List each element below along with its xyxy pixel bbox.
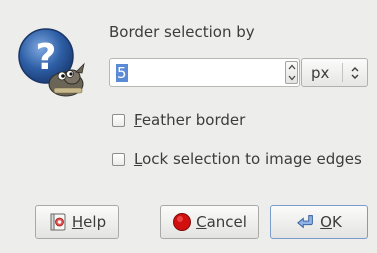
question-wilber-icon: ? (18, 28, 85, 97)
border-size-spinbutton[interactable]: 5 (109, 58, 300, 87)
stop-icon (173, 213, 192, 231)
lock-edges-label[interactable]: Lock selection to image edges (134, 150, 362, 168)
ok-arrow-icon (297, 215, 313, 229)
lock-edges-option[interactable]: Lock selection to image edges (112, 149, 362, 169)
border-selection-dialog: ? Border selection by 5 px Feather borde… (0, 0, 377, 253)
arrow-down-icon[interactable] (288, 75, 296, 81)
ok-button[interactable]: OK (270, 205, 368, 239)
cancel-button[interactable]: Cancel (160, 205, 259, 239)
unit-label: px (311, 64, 330, 82)
unit-combo[interactable]: px (301, 58, 368, 87)
cancel-label: Cancel (196, 213, 247, 231)
ok-label: OK (320, 213, 342, 231)
updown-chevron-icon (351, 67, 359, 79)
feather-border-option[interactable]: Feather border (112, 110, 245, 130)
help-button[interactable]: Help (35, 205, 119, 239)
help-label: Help (71, 213, 107, 231)
feather-border-checkbox[interactable] (112, 113, 125, 127)
combo-separator (342, 63, 343, 82)
arrow-up-icon[interactable] (288, 64, 296, 70)
lock-edges-checkbox[interactable] (112, 152, 125, 166)
help-book-icon (50, 213, 66, 231)
svg-text:?: ? (36, 37, 57, 78)
feather-border-label[interactable]: Feather border (134, 111, 245, 129)
dialog-heading: Border selection by (109, 23, 255, 41)
border-size-value[interactable]: 5 (116, 64, 128, 82)
spin-buttons[interactable] (285, 61, 298, 84)
